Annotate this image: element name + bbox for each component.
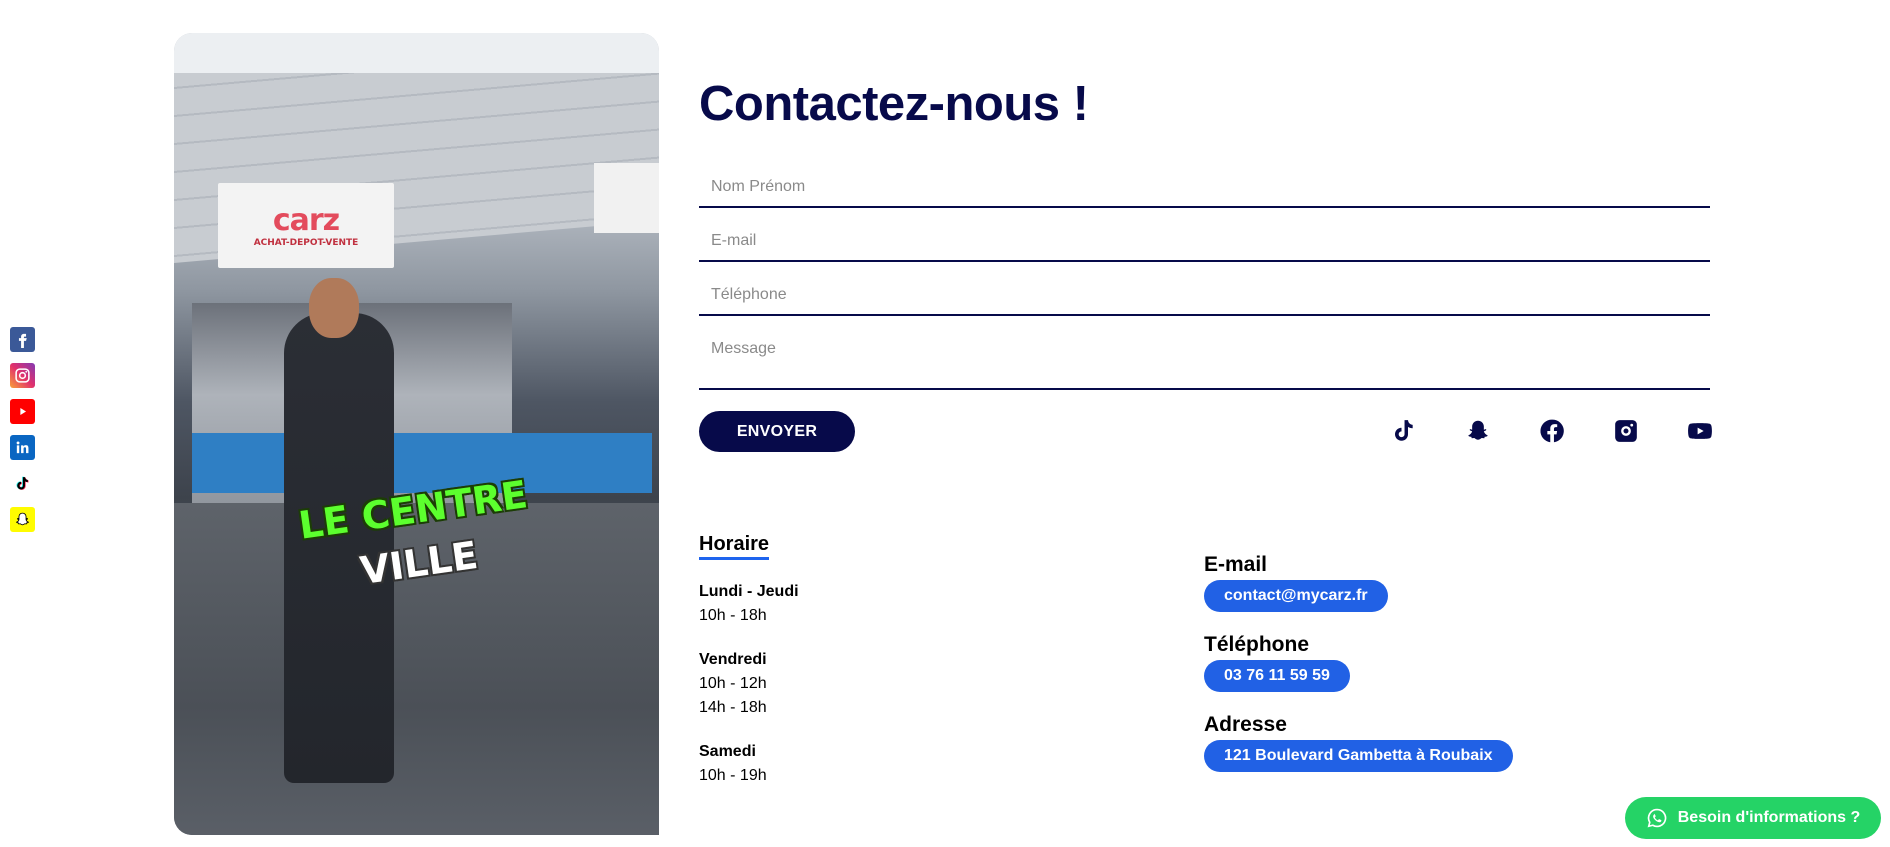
side-tiktok-link[interactable]	[10, 471, 35, 496]
hours-block-friday: Vendredi 10h - 12h 14h - 18h	[699, 648, 767, 720]
whatsapp-label: Besoin d'informations ?	[1677, 809, 1861, 826]
hours-time: 10h - 18h	[699, 607, 767, 624]
side-facebook-link[interactable]	[10, 327, 35, 352]
name-input[interactable]	[699, 170, 1710, 204]
hours-block-saturday: Samedi 10h - 19h	[699, 740, 767, 788]
side-snapchat-link[interactable]	[10, 507, 35, 532]
snapchat-icon	[1468, 420, 1488, 440]
banner-brand: carz	[272, 203, 340, 238]
snapchat-link[interactable]	[1464, 417, 1492, 445]
facebook-icon	[18, 333, 27, 348]
hours-block-mon-thu: Lundi - Jeudi 10h - 18h	[699, 580, 799, 628]
hours-day: Vendredi	[699, 651, 767, 668]
name-field	[699, 170, 1710, 208]
mycarz-banner: carz ACHAT-DEPOT-VENTE	[218, 183, 394, 268]
social-links	[1390, 417, 1714, 445]
wall-stripe	[192, 433, 652, 493]
hours-title: Horaire	[699, 533, 770, 560]
whatsapp-icon	[1647, 808, 1667, 828]
youtube-icon	[1688, 423, 1712, 439]
send-button[interactable]: ENVOYER	[699, 411, 855, 452]
showroom-video[interactable]: carz ACHAT-DEPOT-VENTE LE CENTRE VILLE	[174, 33, 659, 835]
hours-time: 14h - 18h	[699, 699, 767, 716]
email-input[interactable]	[699, 224, 1710, 258]
phone-input[interactable]	[699, 278, 1710, 312]
linkedin-icon	[16, 441, 29, 454]
tiktok-icon	[16, 476, 29, 490]
hours-day: Samedi	[699, 743, 756, 760]
snapchat-icon	[16, 512, 29, 526]
side-instagram-link[interactable]	[10, 363, 35, 388]
instagram-icon	[1615, 420, 1637, 442]
side-linkedin-link[interactable]	[10, 435, 35, 460]
address-label: Adresse	[1204, 713, 1287, 736]
hours-time: 10h - 12h	[699, 675, 767, 692]
phone-label: Téléphone	[1204, 633, 1310, 656]
address-link[interactable]: 121 Boulevard Gambetta à Roubaix	[1204, 740, 1513, 772]
email-link[interactable]: contact@mycarz.fr	[1204, 580, 1388, 612]
person-head	[309, 278, 359, 338]
side-youtube-link[interactable]	[10, 399, 35, 424]
instagram-link[interactable]	[1612, 417, 1640, 445]
hours-day: Lundi - Jeudi	[699, 583, 799, 600]
banner-tagline: ACHAT-DEPOT-VENTE	[253, 238, 359, 248]
whatsapp-button[interactable]: Besoin d'informations ?	[1625, 797, 1881, 839]
phone-field	[699, 278, 1710, 316]
email-field	[699, 224, 1710, 262]
email-label: E-mail	[1204, 553, 1268, 576]
page-title: Contactez-nous !	[699, 77, 1089, 131]
facebook-link[interactable]	[1538, 417, 1566, 445]
hours-time: 10h - 19h	[699, 767, 767, 784]
tiktok-icon	[1395, 420, 1413, 441]
tiktok-link[interactable]	[1390, 417, 1418, 445]
message-input[interactable]	[699, 332, 1710, 384]
message-field	[699, 332, 1710, 390]
phone-link[interactable]: 03 76 11 59 59	[1204, 660, 1350, 692]
mycarz-banner-secondary	[594, 163, 659, 233]
instagram-icon	[15, 368, 30, 383]
side-social-bar	[10, 327, 35, 532]
sky	[174, 33, 659, 73]
facebook-icon	[1540, 419, 1564, 443]
youtube-link[interactable]	[1686, 417, 1714, 445]
youtube-icon	[20, 407, 27, 416]
